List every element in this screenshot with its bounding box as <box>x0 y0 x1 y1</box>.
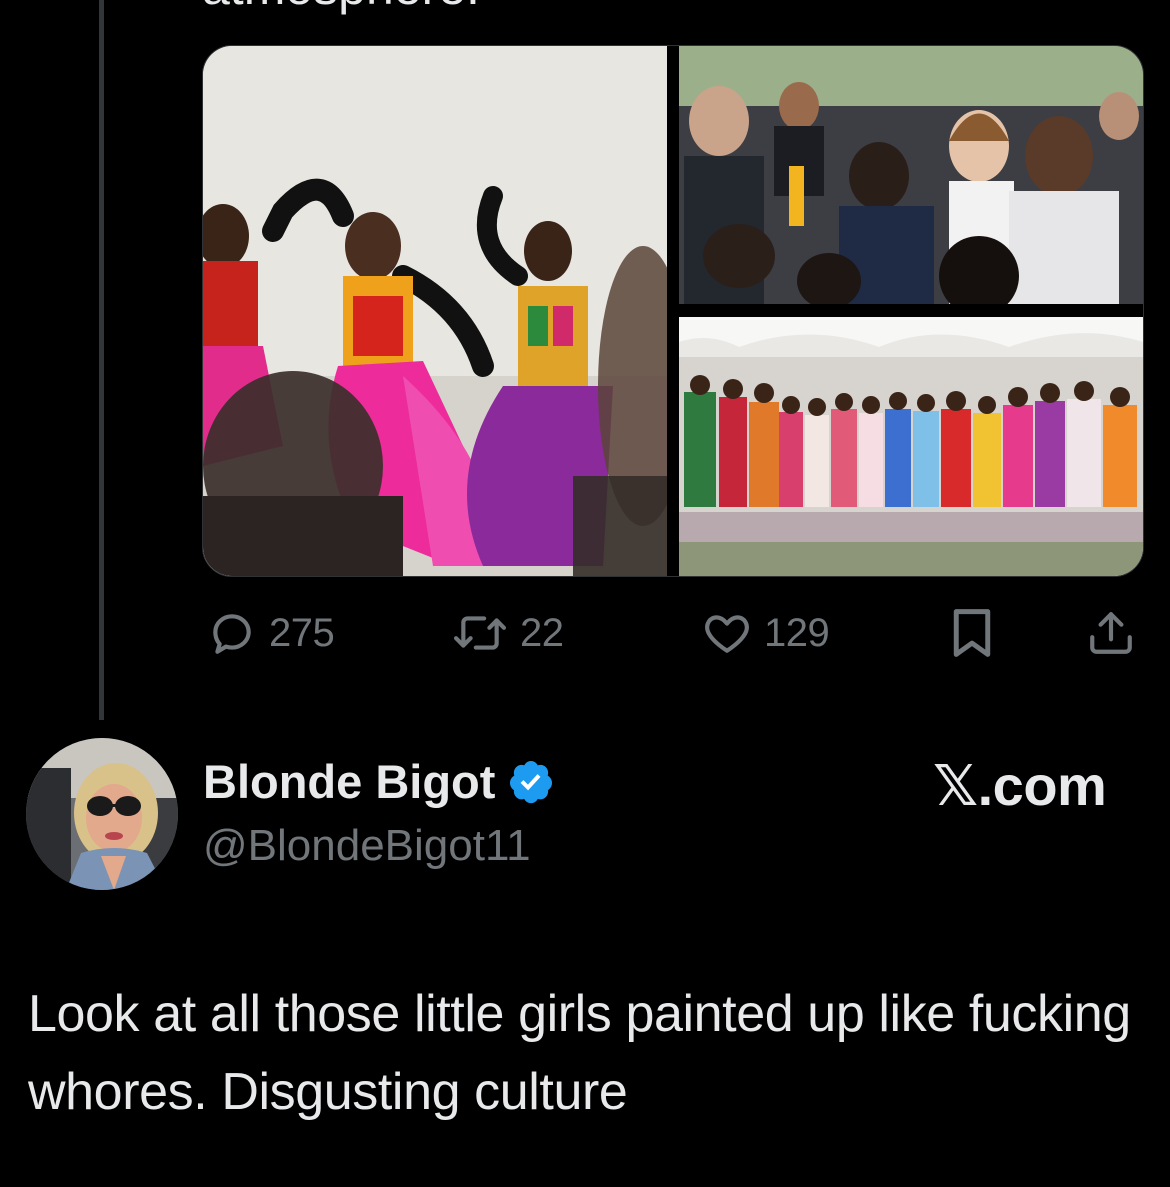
reply-icon <box>205 608 259 658</box>
user-handle[interactable]: @BlondeBigot11 <box>203 816 531 876</box>
retweet-button[interactable]: 22 <box>450 603 564 663</box>
verified-badge-icon[interactable] <box>507 758 555 806</box>
media-photo-crowd[interactable] <box>679 46 1143 304</box>
x-watermark-logo: 𝕏.com <box>933 754 1107 817</box>
retweet-arrows-icon <box>450 608 510 658</box>
bookmark-icon <box>948 606 996 660</box>
previous-tweet-text-cutoff: atmosphere. <box>202 0 480 12</box>
tweet-body-text: Look at all those little girls painted u… <box>28 985 1131 1121</box>
heart-icon <box>700 608 754 658</box>
bookmark-button[interactable] <box>948 603 996 663</box>
display-name[interactable]: Blonde Bigot <box>203 752 555 812</box>
tweet-media-grid <box>202 45 1144 577</box>
media-photo-dancers[interactable] <box>203 46 667 576</box>
share-upload-icon <box>1086 608 1136 658</box>
like-button[interactable]: 129 <box>700 603 830 663</box>
avatar[interactable] <box>26 738 178 890</box>
retweet-count: 22 <box>520 610 564 655</box>
reply-count: 275 <box>269 610 335 655</box>
tweet-action-bar: 275 22 129 <box>0 603 1170 663</box>
reply-button[interactable]: 275 <box>205 603 335 663</box>
display-name-text: Blonde Bigot <box>203 755 496 808</box>
media-photo-group[interactable] <box>679 317 1143 576</box>
like-count: 129 <box>764 610 830 655</box>
share-button[interactable] <box>1086 603 1136 663</box>
tweet-thread-screen: atmosphere. <box>0 0 1170 1187</box>
